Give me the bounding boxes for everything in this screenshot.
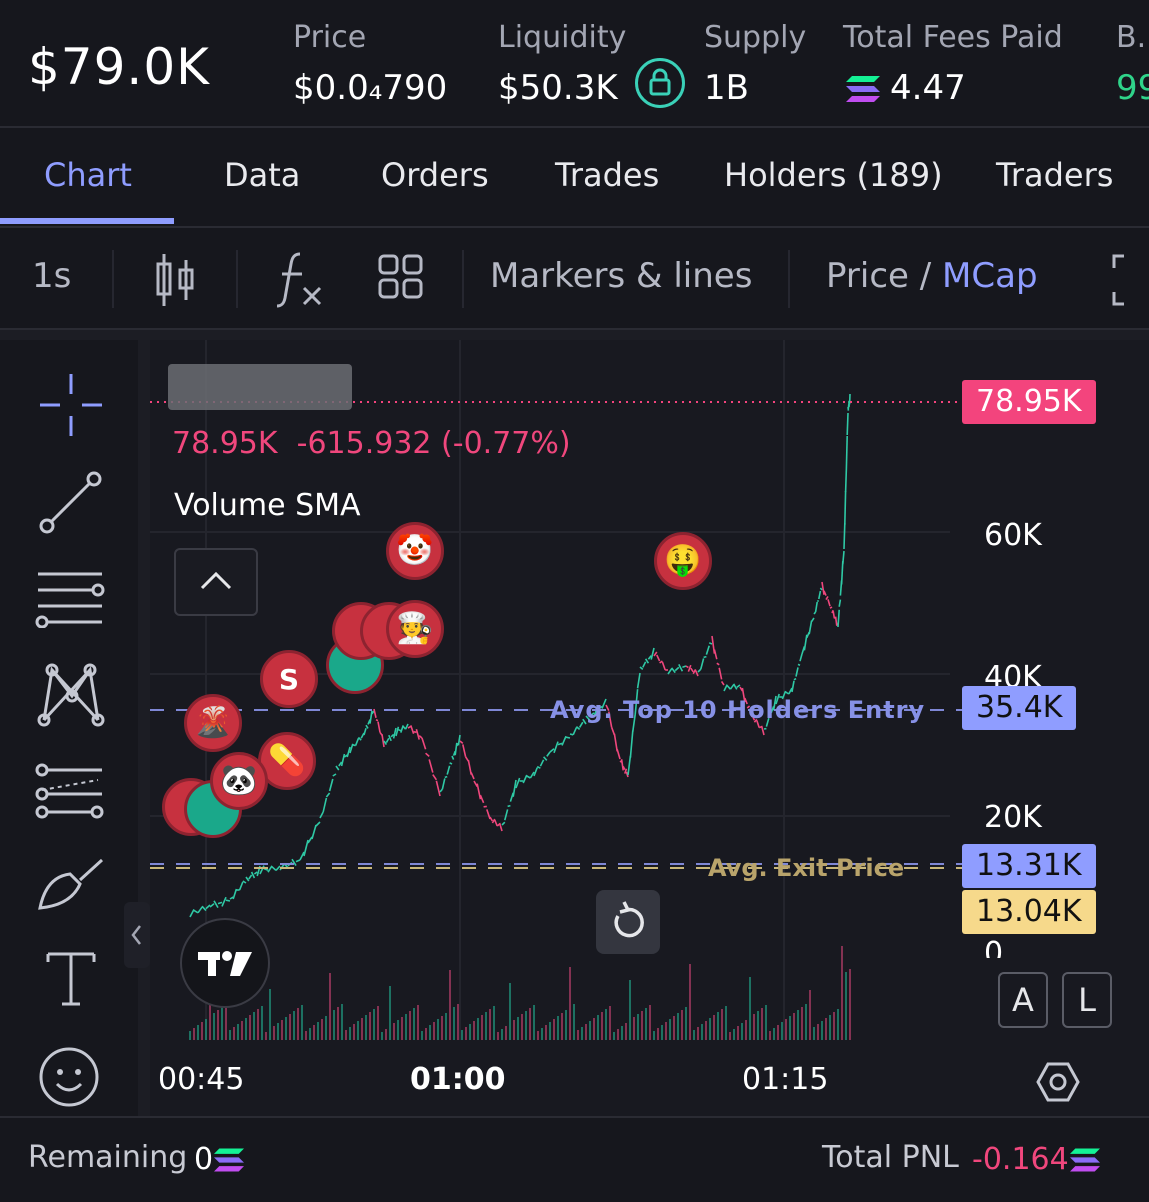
active-tab-indicator — [0, 218, 174, 224]
market-cap-value: $79.0K — [28, 38, 210, 96]
toolbar-divider — [236, 250, 238, 308]
refresh-icon — [596, 890, 660, 954]
supply-value: 1B — [704, 68, 749, 108]
drawing-toolbar — [0, 340, 138, 1116]
fullscreen-icon[interactable] — [1110, 254, 1130, 310]
price-toggle[interactable]: Price / MCap — [826, 256, 1038, 296]
total-pnl-label: Total PNL — [822, 1140, 959, 1175]
y-axis-tick: 0 — [984, 936, 1003, 958]
clown-icon: 🤡 — [396, 536, 433, 566]
token-header: $79.0K Price $0.0₄790 Liquidity $50.3K S… — [0, 0, 1149, 128]
toggle-slash: / — [920, 256, 931, 296]
brush-icon[interactable] — [36, 856, 106, 918]
pattern-icon[interactable] — [36, 662, 106, 732]
money-face-icon: 🤑 — [664, 546, 701, 576]
avg-exit-tag-2: 13.04K — [962, 890, 1096, 934]
price-value: $0.0₄790 — [293, 68, 447, 108]
liquidity-label: Liquidity — [498, 20, 626, 55]
tab-data[interactable]: Data — [224, 156, 300, 194]
price-option[interactable]: Price — [826, 256, 909, 296]
y-axis-tick: 20K — [984, 800, 1042, 835]
chef-icon: 🧑‍🍳 — [396, 614, 433, 644]
chevron-left-icon — [124, 902, 150, 968]
trade-marker[interactable]: 🌋 — [184, 694, 242, 752]
tab-trades[interactable]: Trades — [555, 156, 659, 194]
indicators-fx-icon[interactable] — [276, 250, 326, 312]
marker-s-label: S — [279, 663, 299, 696]
price-chart[interactable]: 78.95K -615.932 (-0.77%) Volume SMA 🤡 🤑 … — [150, 340, 1149, 1116]
tab-bar: Chart Data Orders Trades Holders (189) T… — [0, 128, 1149, 228]
markers-lines-button[interactable]: Markers & lines — [490, 256, 752, 296]
trade-marker[interactable]: 🐼 — [210, 752, 268, 810]
reset-chart-button[interactable] — [596, 890, 660, 954]
solana-icon — [846, 74, 880, 108]
tab-chart[interactable]: Chart — [44, 156, 132, 194]
x-axis-tick: 01:00 — [410, 1062, 506, 1097]
supply-label: Supply — [704, 20, 806, 55]
y-axis-tick: 60K — [984, 518, 1042, 553]
bcurve-label: B. — [1116, 20, 1146, 55]
volcano-icon: 🌋 — [194, 708, 231, 738]
remaining-value: 0 — [194, 1142, 213, 1177]
chart-settings-icon[interactable] — [1036, 1060, 1080, 1108]
avg-exit-tag-1: 13.31K — [962, 844, 1096, 888]
current-price-tag: 78.95K — [962, 380, 1096, 424]
tradingview-logo[interactable] — [180, 918, 270, 1008]
emoji-icon[interactable] — [38, 1046, 100, 1112]
solana-icon — [1070, 1146, 1100, 1178]
remaining-label: Remaining — [28, 1140, 187, 1175]
total-pnl-value: -0.164 — [972, 1142, 1069, 1177]
position-footer: Remaining 0 Total PNL -0.164 — [0, 1116, 1149, 1202]
bcurve-value: 99 — [1116, 68, 1149, 108]
prediction-icon[interactable] — [34, 762, 106, 824]
trade-marker[interactable]: 🤡 — [386, 522, 444, 580]
mcap-option[interactable]: MCap — [942, 256, 1038, 296]
tab-orders[interactable]: Orders — [381, 156, 489, 194]
panda-icon: 🐼 — [220, 766, 257, 796]
avg-top10-entry-label: Avg. Top 10 Holders Entry — [550, 696, 925, 724]
chart-toolbar: 1s Markers & lines Price / MCap — [0, 228, 1149, 330]
toolbar-divider — [112, 250, 114, 308]
text-tool-icon[interactable] — [44, 950, 98, 1012]
tradingview-icon — [182, 920, 268, 1006]
interval-selector[interactable]: 1s — [32, 256, 71, 296]
fees-value: 4.47 — [890, 68, 966, 108]
x-axis-tick: 01:15 — [742, 1062, 828, 1097]
fees-label: Total Fees Paid — [843, 20, 1063, 55]
trade-marker[interactable]: 🧑‍🍳 — [386, 600, 444, 658]
layout-grid-icon[interactable] — [378, 254, 424, 304]
toolbar-divider — [788, 250, 790, 308]
liquidity-value: $50.3K — [498, 68, 618, 108]
trade-marker[interactable]: S — [260, 650, 318, 708]
candle-type-icon[interactable] — [154, 252, 198, 312]
price-label: Price — [293, 20, 366, 55]
trade-marker[interactable]: 🤑 — [654, 532, 712, 590]
tab-holders[interactable]: Holders (189) — [724, 156, 943, 194]
solana-icon — [214, 1146, 244, 1178]
pill-icon: 💊 — [268, 746, 305, 776]
top10-entry-tag: 35.4K — [962, 686, 1076, 730]
crosshair-icon[interactable] — [38, 372, 104, 442]
trend-line-icon[interactable] — [38, 470, 104, 540]
x-axis-tick: 00:45 — [158, 1062, 244, 1097]
auto-scale-button[interactable]: A — [998, 972, 1048, 1028]
lock-icon[interactable] — [635, 58, 685, 108]
collapse-toolbar-button[interactable] — [124, 902, 150, 968]
tab-traders[interactable]: Traders — [996, 156, 1113, 194]
log-scale-button[interactable]: L — [1062, 972, 1112, 1028]
avg-exit-price-label: Avg. Exit Price — [708, 854, 904, 882]
fib-lines-icon[interactable] — [34, 568, 106, 632]
toolbar-divider — [462, 250, 464, 308]
